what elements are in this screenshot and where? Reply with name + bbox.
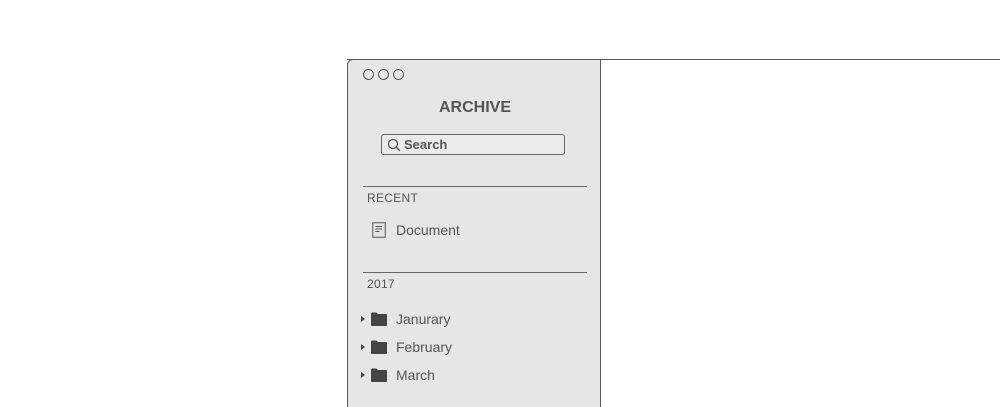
app-window: ARCHIVE Search RECENT Document 2017 Janu… [347,59,1000,407]
page: ARCHIVE Search RECENT Document 2017 Janu… [0,0,1000,407]
disclosure-triangle-icon[interactable] [361,372,365,378]
folder-item-february[interactable]: February [348,336,602,358]
close-window-button[interactable] [363,69,374,80]
document-icon [372,222,386,238]
folder-label: Janurary [396,311,451,327]
section-divider [363,186,587,187]
zoom-window-button[interactable] [393,69,404,80]
minimize-window-button[interactable] [378,69,389,80]
section-label-2017: 2017 [367,277,395,291]
folder-icon [371,340,387,354]
search-icon [387,138,401,151]
window-controls [363,69,404,80]
sidebar: ARCHIVE Search RECENT Document 2017 Janu… [347,59,601,407]
disclosure-triangle-icon[interactable] [361,344,365,350]
disclosure-triangle-icon[interactable] [361,316,365,322]
folder-label: February [396,339,453,355]
search-input[interactable]: Search [381,134,565,155]
folder-item-march[interactable]: March [348,364,602,386]
folder-item-janurary[interactable]: Janurary [348,308,602,330]
list-item-document[interactable]: Document [348,219,602,241]
list-item-label: Document [396,222,460,238]
folder-icon [371,312,387,326]
section-label-recent: RECENT [367,191,419,205]
section-divider [363,272,587,273]
folder-icon [371,368,387,382]
sidebar-title: ARCHIVE [438,99,511,116]
folder-label: March [396,367,435,383]
search-placeholder: Search [404,137,448,152]
